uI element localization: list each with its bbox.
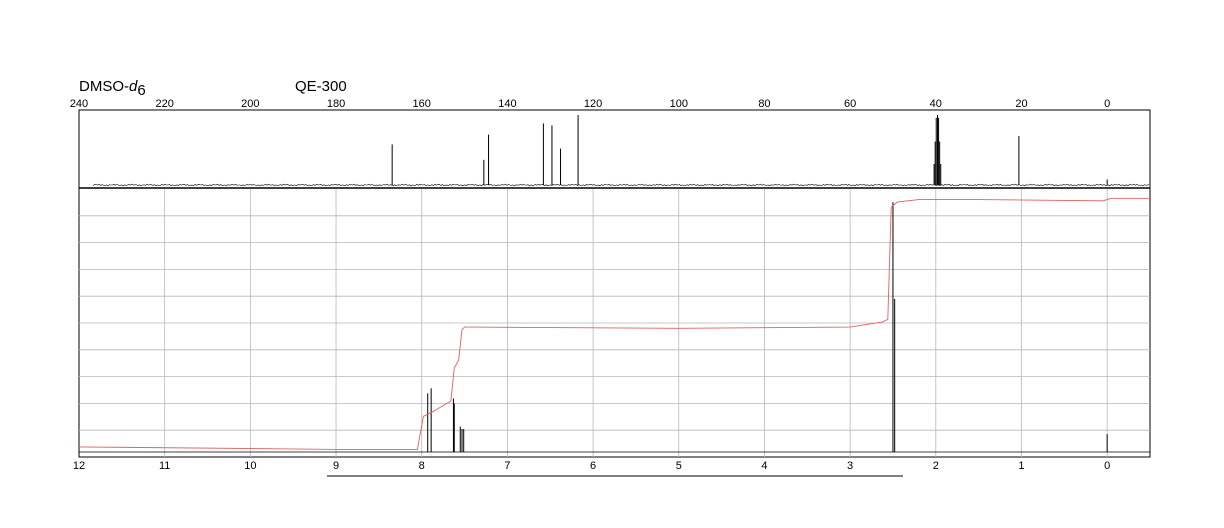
h1-tick-label: 11 (159, 460, 170, 472)
solvent-label: DMSO-d6 (79, 78, 146, 99)
c13-tick-label: 180 (327, 98, 345, 110)
h1-tick-label: 4 (761, 460, 767, 472)
c13-tick-label: 140 (498, 98, 516, 110)
instrument-label: QE-300 (295, 78, 347, 95)
h1-spectrum-panel (78, 197, 1150, 453)
c13-tick-label: 40 (930, 98, 942, 110)
h1-tick-label: 5 (676, 460, 682, 472)
h1-tick-label: 3 (847, 460, 853, 472)
h1-tick-label: 1 (1018, 460, 1024, 472)
h1-tick-label: 10 (244, 460, 256, 472)
h1-tick-label: 8 (419, 460, 425, 472)
c13-tick-label: 100 (670, 98, 688, 110)
c13-tick-label: 0 (1104, 98, 1110, 110)
c13-tick-label: 220 (156, 98, 174, 110)
c13-tick-label: 120 (584, 98, 602, 110)
solvent-label-subscript: 6 (137, 82, 145, 99)
c13-axis-labels: 240 220 200 180 160 140 120 100 80 60 40 20 0 (70, 98, 1110, 110)
h1-axis-labels: 12 11 10 9 8 7 6 5 4 3 2 1 0 (73, 460, 1110, 472)
c13-baseline (92, 183, 1150, 187)
c13-tick-label: 200 (241, 98, 259, 110)
c13-tick-label: 160 (413, 98, 431, 110)
solvent-label-prefix: DMSO- (79, 78, 129, 95)
h1-integral-curve (78, 197, 1150, 450)
h1-tick-label: 0 (1104, 460, 1110, 472)
c13-tick-label: 20 (1015, 98, 1027, 110)
h1-tick-label: 2 (933, 460, 939, 472)
nmr-spectrum-figure: DMSO-d6 QE-300 240 220 200 180 160 140 120 100 8… (70, 78, 1151, 477)
h1-tick-label: 9 (333, 460, 339, 472)
c13-tick-label: 240 (70, 98, 88, 110)
h1-tick-label: 12 (73, 460, 85, 472)
c13-tick-label: 60 (844, 98, 856, 110)
spectrum-frame (78, 109, 1151, 458)
c13-tick-label: 80 (758, 98, 770, 110)
h1-tick-label: 7 (504, 460, 510, 472)
h1-grid (79, 189, 1150, 457)
c13-spectrum-panel (78, 109, 1151, 458)
h1-tick-label: 6 (590, 460, 596, 472)
